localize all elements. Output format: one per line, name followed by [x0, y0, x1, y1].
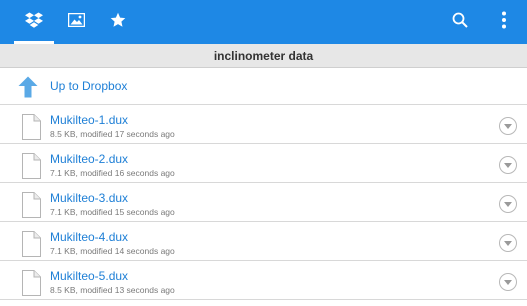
file-icon	[20, 114, 42, 140]
file-options-button[interactable]	[499, 195, 517, 213]
chevron-down-icon	[504, 162, 512, 168]
file-name: Mukilteo-2.dux	[50, 152, 129, 166]
dropbox-app-window: inclinometer data Up to Dropbox Mukilteo…	[0, 0, 527, 306]
tab-photos[interactable]	[54, 0, 98, 44]
search-icon	[452, 12, 468, 33]
file-list-item[interactable]: Mukilteo-2.dux 7.1 KB, modified 16 secon…	[0, 144, 527, 183]
tab-dropbox[interactable]	[14, 0, 54, 44]
file-icon	[20, 153, 42, 179]
file-details: 8.5 KB, modified 13 seconds ago	[50, 285, 175, 295]
file-list-item[interactable]: Mukilteo-5.dux 8.5 KB, modified 13 secon…	[0, 261, 527, 300]
dropbox-icon	[25, 12, 43, 33]
up-to-parent-label: Up to Dropbox	[50, 79, 128, 93]
file-list-item[interactable]: Mukilteo-3.dux 7.1 KB, modified 15 secon…	[0, 183, 527, 222]
file-details: 7.1 KB, modified 14 seconds ago	[50, 246, 175, 256]
chevron-down-icon	[504, 201, 512, 207]
overflow-menu-icon	[501, 11, 507, 34]
file-name: Mukilteo-5.dux	[50, 269, 129, 283]
file-options-button[interactable]	[499, 273, 517, 291]
file-icon	[20, 231, 42, 257]
file-options-button[interactable]	[499, 156, 517, 174]
chevron-down-icon	[504, 279, 512, 285]
file-options-button[interactable]	[499, 234, 517, 252]
file-list-item[interactable]: Mukilteo-1.dux 8.5 KB, modified 17 secon…	[0, 105, 527, 144]
file-name: Mukilteo-1.dux	[50, 113, 129, 127]
chevron-down-icon	[504, 123, 512, 129]
star-icon	[110, 12, 126, 33]
tab-favorites[interactable]	[96, 0, 140, 44]
file-icon	[20, 270, 42, 296]
up-to-parent-row[interactable]: Up to Dropbox	[0, 68, 527, 105]
search-button[interactable]	[440, 0, 480, 44]
file-options-button[interactable]	[499, 117, 517, 135]
file-name: Mukilteo-3.dux	[50, 191, 129, 205]
file-list-item[interactable]: Mukilteo-4.dux 7.1 KB, modified 14 secon…	[0, 222, 527, 261]
overflow-menu-button[interactable]	[484, 0, 524, 44]
file-details: 7.1 KB, modified 15 seconds ago	[50, 207, 175, 217]
folder-title-bar: inclinometer data	[0, 44, 527, 68]
file-details: 8.5 KB, modified 17 seconds ago	[50, 129, 175, 139]
photos-icon	[67, 12, 85, 32]
file-icon	[20, 192, 42, 218]
folder-title: inclinometer data	[213, 48, 314, 63]
file-name: Mukilteo-4.dux	[50, 230, 129, 244]
action-bar	[0, 0, 527, 44]
file-details: 7.1 KB, modified 16 seconds ago	[50, 168, 175, 178]
up-arrow-icon	[18, 76, 38, 98]
chevron-down-icon	[504, 240, 512, 246]
